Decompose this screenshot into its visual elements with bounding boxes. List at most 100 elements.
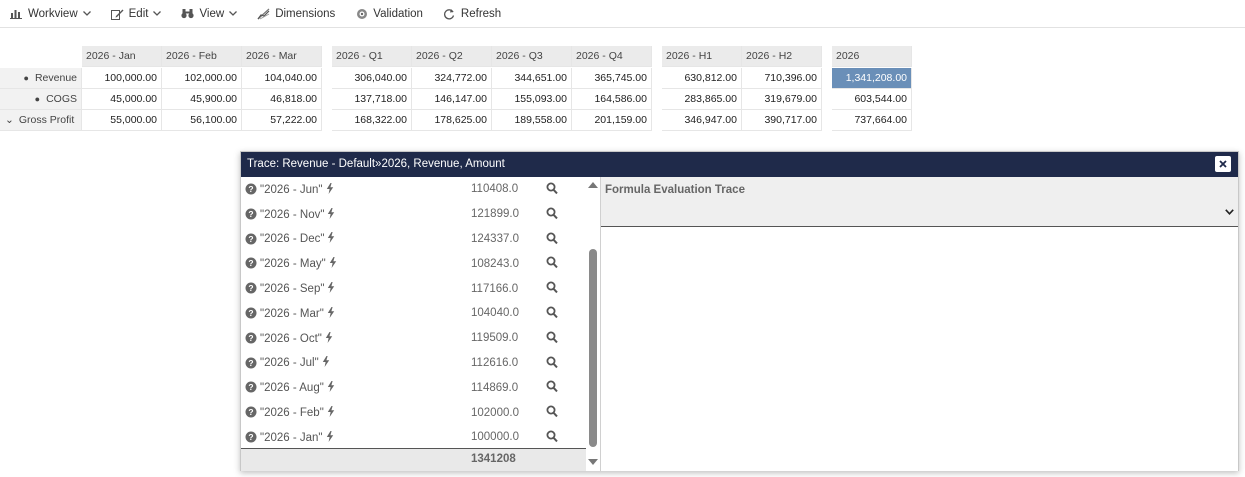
row-collapse-chevron[interactable]: ⌄ [5,114,14,126]
grid-cell[interactable]: 102,000.00 [162,68,242,89]
grid-cell[interactable]: 737,664.00 [832,110,912,131]
trace-list-item[interactable]: ? "2026 - May" 108243.0 [241,251,586,276]
column-header[interactable]: 2026 - Mar [242,46,322,67]
search-icon[interactable] [546,232,558,245]
trace-list-item[interactable]: ? "2026 - Jun" 110408.0 [241,177,586,202]
grid-cell[interactable]: 365,745.00 [572,68,652,89]
row-header-revenue[interactable]: ● Revenue [0,68,82,89]
trace-list-scrollbar[interactable] [586,177,600,471]
grid-cell[interactable]: 146,147.00 [412,89,492,110]
trace-list-item[interactable]: ? "2026 - Oct" 119509.0 [241,326,586,351]
lightning-icon [325,331,333,343]
edit-menu-button[interactable]: Edit [110,2,172,26]
trace-dialog-title[interactable]: Trace: Revenue - Default»2026, Revenue, … [241,152,1238,177]
scroll-down-arrow-icon[interactable] [588,458,598,466]
grid-cell[interactable]: 137,718.00 [332,89,412,110]
help-icon[interactable]: ? [245,332,257,344]
trace-total: 1341208 [471,453,516,465]
search-icon[interactable] [546,380,558,393]
search-icon[interactable] [546,207,558,220]
column-header[interactable]: 2026 - Jan [82,46,162,67]
grid-cell[interactable]: 178,625.00 [412,110,492,131]
trace-list-item[interactable]: ? "2026 - Dec" 124337.0 [241,227,586,252]
svg-text:?: ? [248,234,253,244]
column-header[interactable]: 2026 - Q1 [332,46,412,67]
svg-text:?: ? [248,382,253,392]
help-icon[interactable]: ? [245,208,257,220]
column-header[interactable]: 2026 - Q2 [412,46,492,67]
trace-item-value: 112616.0 [471,356,519,369]
grid-cell[interactable]: 189,558.00 [492,110,572,131]
column-header[interactable]: 2026 - H2 [742,46,822,67]
scroll-up-arrow-icon[interactable] [588,181,598,189]
grid-cell[interactable]: 710,396.00 [742,68,822,89]
trace-item-value: 114869.0 [471,381,519,394]
scrollbar-thumb[interactable] [589,249,597,447]
refresh-button[interactable]: Refresh [443,2,511,26]
grid-cell[interactable]: 168,322.00 [332,110,412,131]
grid-cell[interactable]: 56,100.00 [162,110,242,131]
column-header[interactable]: 2026 - H1 [662,46,742,67]
grid-cell[interactable]: 46,818.00 [242,89,322,110]
help-icon[interactable]: ? [245,183,257,195]
search-icon[interactable] [546,182,558,195]
help-icon[interactable]: ? [245,307,257,319]
chevron-down-icon[interactable] [1225,209,1234,215]
column-header[interactable]: 2026 [832,46,912,67]
trace-item-label: "2026 - Aug" [260,381,335,394]
view-menu-button[interactable]: View [181,2,247,26]
column-header[interactable]: 2026 - Q3 [492,46,572,67]
grid-cell[interactable]: 57,222.00 [242,110,322,131]
trace-list-item[interactable]: ? "2026 - Aug" 114869.0 [241,375,586,400]
grid-cell[interactable]: 603,544.00 [832,89,912,110]
grid-cell[interactable]: 283,865.00 [662,89,742,110]
grid-cell[interactable]: 164,586.00 [572,89,652,110]
grid-cell[interactable]: 324,772.00 [412,68,492,89]
search-icon[interactable] [546,256,558,269]
trace-list-item[interactable]: ? "2026 - Jul" 112616.0 [241,351,586,376]
workview-label: Workview [28,7,78,20]
search-icon[interactable] [546,405,558,418]
grid-cell[interactable]: 346,947.00 [662,110,742,131]
column-header[interactable]: 2026 - Feb [162,46,242,67]
validation-button[interactable]: Validation [355,2,433,26]
trace-list-item[interactable]: ? "2026 - Mar" 104040.0 [241,301,586,326]
trace-list-item[interactable]: ? "2026 - Feb" 102000.0 [241,400,586,425]
grid-cell[interactable]: 630,812.00 [662,68,742,89]
grid-cell[interactable]: 306,040.00 [332,68,412,89]
grid-cell[interactable]: 344,651.00 [492,68,572,89]
grid-cell[interactable]: 319,679.00 [742,89,822,110]
grid-cell[interactable]: 155,093.00 [492,89,572,110]
trace-item-label: "2026 - Jan" [260,430,334,444]
grid-cell[interactable]: 55,000.00 [82,110,162,131]
grid-cell[interactable]: 104,040.00 [242,68,322,89]
trace-list-item[interactable]: ? "2026 - Jan" 100000.0 [241,425,586,450]
row-header-gross-profit[interactable]: ⌄ Gross Profit [0,110,82,131]
grid-cell[interactable]: 390,717.00 [742,110,822,131]
close-button[interactable] [1215,156,1231,172]
grid-cell[interactable]: 45,900.00 [162,89,242,110]
help-icon[interactable]: ? [245,257,257,269]
search-icon[interactable] [546,331,558,344]
help-icon[interactable]: ? [245,233,257,245]
column-header[interactable]: 2026 - Q4 [572,46,652,67]
chevron-down-icon [82,10,91,18]
grid-cell-selected[interactable]: 1,341,208.00 [832,68,912,89]
help-icon[interactable]: ? [245,357,257,369]
grid-cell[interactable]: 45,000.00 [82,89,162,110]
help-icon[interactable]: ? [245,381,257,393]
search-icon[interactable] [546,281,558,294]
trace-list-item[interactable]: ? "2026 - Sep" 117166.0 [241,276,586,301]
trace-list-item[interactable]: ? "2026 - Nov" 121899.0 [241,202,586,227]
search-icon[interactable] [546,430,558,443]
help-icon[interactable]: ? [245,406,257,418]
row-header-cogs[interactable]: ● COGS [0,89,82,110]
help-icon[interactable]: ? [245,282,257,294]
help-icon[interactable]: ? [245,431,257,443]
search-icon[interactable] [546,306,558,319]
workview-menu-button[interactable]: Workview [10,2,101,26]
search-icon[interactable] [546,356,558,369]
dimensions-button[interactable]: Dimensions [257,2,345,26]
grid-cell[interactable]: 201,159.00 [572,110,652,131]
grid-cell[interactable]: 100,000.00 [82,68,162,89]
